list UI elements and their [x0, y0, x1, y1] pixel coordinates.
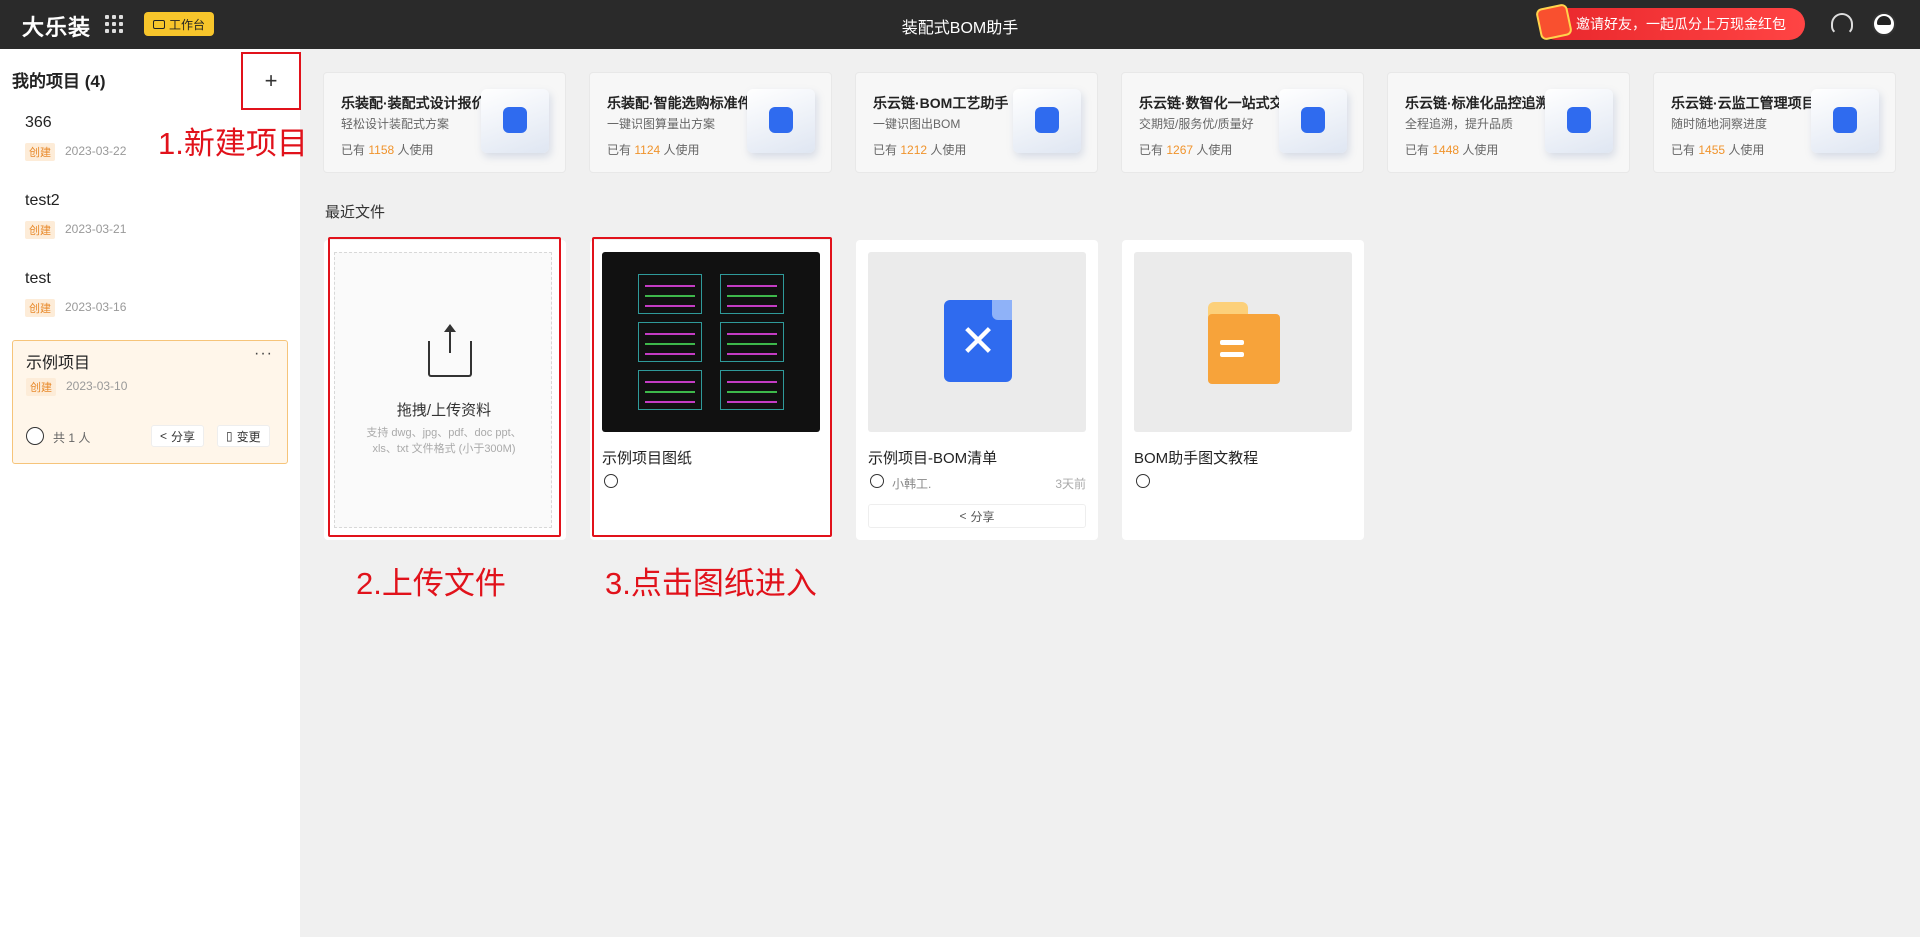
- monitor-icon: [153, 19, 165, 29]
- annotation-new-project: 1.新建项目: [158, 126, 308, 161]
- share-button[interactable]: < 分享: [151, 425, 205, 447]
- file-name: 示例项目-BOM清单: [868, 450, 998, 467]
- apps-grid-icon[interactable]: [105, 15, 123, 33]
- file-name: BOM助手图文教程: [1134, 450, 1259, 467]
- project-name: 366: [25, 114, 52, 131]
- share-icon: <: [160, 429, 168, 443]
- tool-card[interactable]: 乐云链·数智化一站式交付 交期短/服务优/质量好 已有 1267 人使用: [1121, 72, 1364, 173]
- file-card[interactable]: BOM助手图文教程: [1122, 240, 1364, 540]
- more-options-icon[interactable]: ···: [254, 345, 273, 363]
- status-badge: 创建: [25, 221, 55, 239]
- annotation-open-drawing: 3.点击图纸进入: [605, 566, 817, 601]
- tool-desc: 全程追溯，提升品质: [1405, 117, 1514, 131]
- file-thumbnail[interactable]: ✕: [868, 252, 1086, 432]
- tool-card[interactable]: 乐云链·标准化品控追溯 全程追溯，提升品质 已有 1448 人使用: [1387, 72, 1630, 173]
- tool-desc: 一键识图出BOM: [873, 117, 961, 131]
- tool-card[interactable]: 乐云链·BOM工艺助手 一键识图出BOM 已有 1212 人使用: [855, 72, 1098, 173]
- projects-heading: 我的项目 (4): [12, 72, 106, 91]
- folder-icon: [1208, 302, 1280, 384]
- tool-desc: 随时随地洞察进度: [1671, 117, 1768, 131]
- workbench-label: 工作台: [169, 17, 206, 32]
- annotation-upload-file: 2.上传文件: [356, 566, 506, 601]
- cloud-illustration-icon: [747, 89, 815, 153]
- project-date: 2023-03-21: [65, 222, 127, 236]
- share-icon: <: [959, 509, 967, 523]
- scan-document-illustration-icon: [1013, 89, 1081, 153]
- project-date: 2023-03-10: [66, 379, 128, 393]
- tool-title: 乐装配·装配式设计报价: [341, 95, 486, 111]
- shield-illustration-icon: [1279, 89, 1347, 153]
- project-date: 2023-03-16: [65, 300, 127, 314]
- project-item[interactable]: test 创建 2023-03-16: [12, 262, 288, 332]
- highlight-upload: [328, 237, 561, 537]
- change-label: 变更: [236, 429, 261, 444]
- tool-usage: 已有 1124 人使用: [607, 143, 700, 157]
- file-card[interactable]: ✕ 示例项目-BOM清单 小韩工. 3天前 < 分享: [856, 240, 1098, 540]
- invite-banner[interactable]: 邀请好友，一起瓜分上万现金红包: [1540, 8, 1805, 40]
- tool-title: 乐云链·云监工管理项目: [1671, 95, 1816, 111]
- app-logo[interactable]: 大乐装: [22, 10, 91, 42]
- highlight-drawing: [592, 237, 832, 537]
- tool-usage: 已有 1158 人使用: [341, 143, 434, 157]
- member-count: 共 1 人: [53, 431, 91, 445]
- workbench-button[interactable]: 工作台: [144, 12, 215, 36]
- tool-desc: 一键识图算量出方案: [607, 117, 716, 131]
- tool-desc: 轻松设计装配式方案: [341, 117, 450, 131]
- project-item-active[interactable]: 示例项目 ··· 创建 2023-03-10 共 1 人 < 分享 ▯ 变更: [12, 340, 288, 464]
- project-name: 示例项目: [26, 355, 91, 372]
- tool-desc: 交期短/服务优/质量好: [1139, 117, 1254, 131]
- tool-usage: 已有 1455 人使用: [1671, 143, 1765, 157]
- tool-title: 乐云链·BOM工艺助手: [873, 95, 1009, 111]
- headset-icon[interactable]: [1831, 13, 1853, 35]
- project-item[interactable]: test2 创建 2023-03-21: [12, 184, 288, 254]
- status-badge: 创建: [26, 378, 56, 396]
- tool-title: 乐装配·智能选购标准件: [607, 95, 752, 111]
- tool-usage: 已有 1448 人使用: [1405, 143, 1499, 157]
- status-badge: 创建: [25, 143, 55, 161]
- change-button[interactable]: ▯ 变更: [217, 425, 270, 447]
- cad-monitor-illustration-icon: [1811, 89, 1879, 153]
- gift-icon: [1535, 3, 1573, 41]
- x-doc-icon: ✕: [944, 300, 1012, 382]
- tool-card[interactable]: 乐云链·云监工管理项目 随时随地洞察进度 已有 1455 人使用: [1653, 72, 1896, 173]
- tool-card[interactable]: 乐装配·智能选购标准件 一键识图算量出方案 已有 1124 人使用: [589, 72, 832, 173]
- invite-text: 邀请好友，一起瓜分上万现金红包: [1576, 16, 1786, 32]
- file-thumbnail[interactable]: [1134, 252, 1352, 432]
- owner-name: 小韩工.: [892, 477, 932, 491]
- tool-card[interactable]: 乐装配·装配式设计报价 轻松设计装配式方案 已有 1158 人使用: [323, 72, 566, 173]
- project-sidebar: 我的项目 (4) 366 创建 2023-03-22 test2 创建 2023…: [0, 49, 300, 937]
- tool-usage: 已有 1212 人使用: [873, 143, 967, 157]
- top-bar: 大乐装 工作台 装配式BOM助手 邀请好友，一起瓜分上万现金红包: [0, 0, 1920, 49]
- tool-usage: 已有 1267 人使用: [1139, 143, 1233, 157]
- project-name: test: [25, 270, 51, 287]
- project-name: test2: [25, 192, 60, 209]
- share-label: 分享: [171, 429, 196, 444]
- tool-title: 乐云链·数智化一站式交付: [1139, 95, 1298, 111]
- member-avatar: [26, 427, 44, 445]
- document-icon: ▯: [226, 429, 233, 443]
- cad-quote-illustration-icon: [481, 89, 549, 153]
- tool-title: 乐云链·标准化品控追溯: [1405, 95, 1550, 111]
- file-share-button[interactable]: < 分享: [868, 504, 1086, 528]
- status-badge: 创建: [25, 299, 55, 317]
- user-avatar[interactable]: [1872, 12, 1896, 36]
- qr-code-illustration-icon: [1545, 89, 1613, 153]
- project-date: 2023-03-22: [65, 144, 127, 158]
- add-project-button[interactable]: +: [241, 52, 301, 110]
- share-label: 分享: [970, 509, 995, 524]
- owner-avatar: [1136, 474, 1150, 488]
- recent-files-label: 最近文件: [325, 204, 386, 221]
- modified-time: 3天前: [1055, 477, 1086, 491]
- owner-avatar: [870, 474, 884, 488]
